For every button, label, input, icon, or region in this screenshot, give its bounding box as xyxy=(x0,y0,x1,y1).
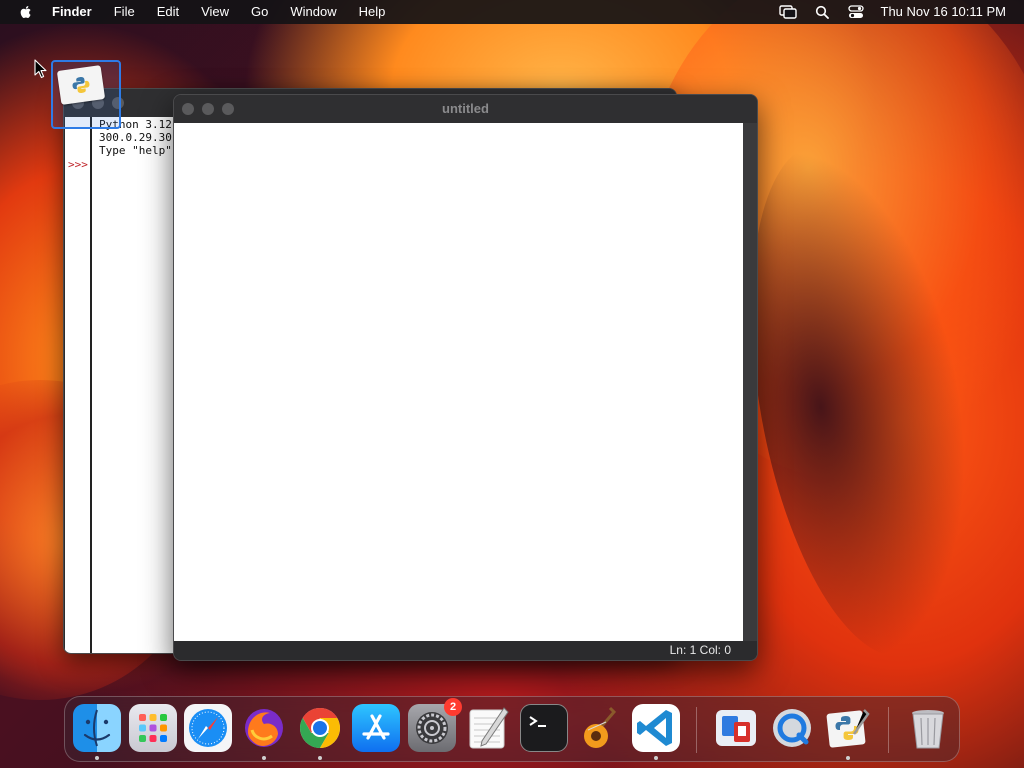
app-store-icon[interactable] xyxy=(352,704,400,752)
shell-line: 300.0.29.30 xyxy=(99,131,172,144)
chrome-icon[interactable] xyxy=(296,704,344,752)
vertical-scrollbar[interactable] xyxy=(743,123,757,643)
running-indicator xyxy=(654,756,658,760)
running-indicator xyxy=(95,756,99,760)
python-logo-icon xyxy=(72,76,90,94)
shell-line: Type "help" xyxy=(99,144,172,157)
trash-icon[interactable] xyxy=(904,704,952,752)
menu-go[interactable]: Go xyxy=(251,0,268,24)
python-launcher-icon[interactable] xyxy=(824,704,872,752)
spotlight-search-icon[interactable] xyxy=(813,4,831,20)
editor-text-area[interactable] xyxy=(174,123,744,643)
document-icon xyxy=(56,65,106,105)
dock-separator xyxy=(696,707,697,753)
finder-icon[interactable] xyxy=(73,704,121,752)
menu-window[interactable]: Window xyxy=(290,0,336,24)
terminal-icon[interactable] xyxy=(520,704,568,752)
editor-titlebar[interactable]: untitled xyxy=(174,95,757,123)
menu-bar: Finder File Edit View Go Window Help Thu… xyxy=(0,0,1024,24)
shell-prompt: >>> xyxy=(68,158,88,171)
dock: 2 xyxy=(64,696,960,762)
garageband-icon[interactable] xyxy=(576,704,624,752)
control-center-icon[interactable] xyxy=(847,4,865,20)
menu-view[interactable]: View xyxy=(201,0,229,24)
status-bar: Ln: 1 Col: 0 xyxy=(174,641,757,660)
system-settings-icon[interactable]: 2 xyxy=(408,698,462,752)
running-indicator xyxy=(262,756,266,760)
launchpad-icon[interactable] xyxy=(129,704,177,752)
running-indicator xyxy=(318,756,322,760)
screen-mirroring-icon[interactable] xyxy=(778,4,797,20)
menu-app-name[interactable]: Finder xyxy=(52,0,92,24)
window-title: untitled xyxy=(442,101,489,116)
textedit-icon[interactable] xyxy=(464,704,512,752)
apple-menu-icon[interactable] xyxy=(18,4,34,20)
safari-icon[interactable] xyxy=(184,704,232,752)
notification-badge: 2 xyxy=(444,698,462,716)
vscode-icon[interactable] xyxy=(632,704,680,752)
running-indicator xyxy=(846,756,850,760)
menu-help[interactable]: Help xyxy=(359,0,386,24)
menu-edit[interactable]: Edit xyxy=(157,0,179,24)
shell-gutter xyxy=(65,117,92,653)
menu-clock[interactable]: Thu Nov 16 10:11 PM xyxy=(881,0,1007,24)
remote-desktop-icon[interactable] xyxy=(712,704,760,752)
mouse-cursor-icon xyxy=(34,59,47,79)
menu-file[interactable]: File xyxy=(114,0,135,24)
quicktime-icon[interactable] xyxy=(768,704,816,752)
desktop-file-icon[interactable] xyxy=(51,60,121,129)
dock-separator xyxy=(888,707,889,753)
editor-window[interactable]: untitled Ln: 1 Col: 0 xyxy=(173,94,758,661)
menu-extras: Thu Nov 16 10:11 PM xyxy=(763,0,1007,24)
firefox-icon[interactable] xyxy=(240,704,288,752)
